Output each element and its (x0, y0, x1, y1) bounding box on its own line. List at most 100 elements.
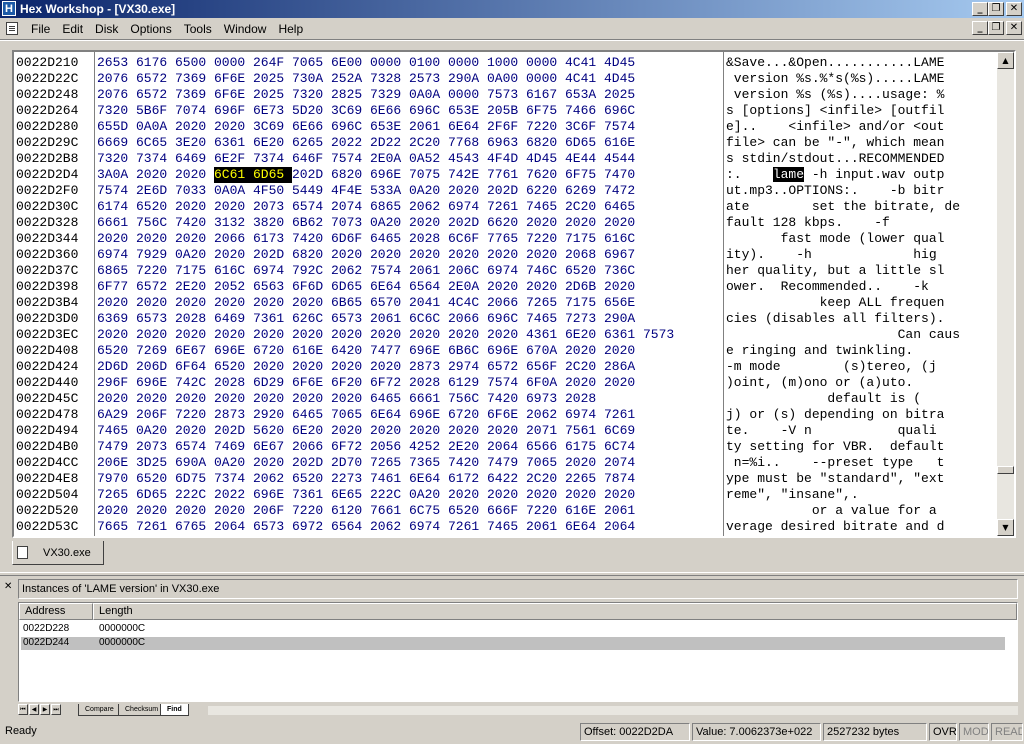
row-hex-bytes[interactable]: 655D 0A0A 2020 2020 3C69 6E66 696C 653E 2061 6E64… (97, 119, 722, 135)
hex-word[interactable]: 2074 (604, 455, 643, 471)
hex-word[interactable]: 7075 (409, 167, 448, 183)
hex-word[interactable]: 2E20 (448, 439, 487, 455)
hex-word[interactable]: 6572 (136, 87, 175, 103)
hex-word[interactable]: 2056 (370, 439, 409, 455)
column-length[interactable]: Length (93, 603, 1017, 620)
hex-word[interactable]: 2020 (448, 183, 487, 199)
hex-word[interactable]: 2F6F (487, 119, 526, 135)
hex-word[interactable]: 7573 (487, 87, 526, 103)
hex-word[interactable]: 696E (487, 343, 526, 359)
hex-word[interactable]: 6F72 (370, 375, 409, 391)
hex-word[interactable]: 6520 (214, 359, 253, 375)
hex-word[interactable]: 2873 (214, 407, 253, 423)
hex-word[interactable]: 7261 (604, 407, 643, 423)
hex-word[interactable]: 7265 (370, 455, 409, 471)
hex-word[interactable]: 7320 (97, 103, 136, 119)
hex-word[interactable]: 2020 (331, 247, 370, 263)
hex-word[interactable]: 2073 (136, 439, 175, 455)
hex-word[interactable]: 7420 (292, 231, 331, 247)
hex-word[interactable]: 696E (136, 375, 175, 391)
hex-word[interactable]: 2020 (409, 215, 448, 231)
pane-splitter[interactable] (0, 572, 1024, 576)
hex-word[interactable]: 2066 (448, 311, 487, 327)
hex-word[interactable]: 7265 (97, 487, 136, 503)
hex-word[interactable]: 202D (253, 247, 292, 263)
results-list[interactable]: Address Length 0022D228 0000000C 0022D24… (18, 602, 1018, 702)
hex-word[interactable]: 6E64 (370, 279, 409, 295)
hex-word[interactable]: 6573 (136, 311, 175, 327)
hex-word[interactable]: 696E (253, 487, 292, 503)
row-ascii[interactable]: )oint, (m)ono or (a)uto. (726, 375, 996, 391)
document-tab[interactable]: VX30.exe (12, 541, 104, 565)
hex-word[interactable]: 6E66 (292, 119, 331, 135)
hex-word[interactable]: 4544 (604, 151, 643, 167)
hex-word[interactable]: 6F77 (97, 279, 136, 295)
restore-button[interactable]: ❐ (988, 2, 1004, 16)
hex-word[interactable]: 2066 (487, 295, 526, 311)
last-tab-icon[interactable]: ⏭ (51, 704, 61, 715)
row-hex-bytes[interactable]: 7665 7261 6765 2064 6573 6972 6564 2062 6974 7261… (97, 519, 722, 535)
hex-word[interactable]: 653E (448, 103, 487, 119)
row-hex-bytes[interactable]: 2653 6176 6500 0000 264F 7065 6E00 0000 0100 0000… (97, 55, 722, 71)
row-hex-bytes[interactable]: 7465 0A20 2020 202D 5620 6E20 2020 2020 2020 2020… (97, 423, 722, 439)
hex-word[interactable]: 286A (604, 359, 643, 375)
hex-word[interactable]: 6865 (97, 263, 136, 279)
hex-word[interactable]: 696E (409, 407, 448, 423)
hex-word[interactable]: 7761 (487, 167, 526, 183)
hex-word[interactable]: 2020 (136, 391, 175, 407)
hex-word[interactable]: 5449 (292, 183, 331, 199)
hex-word[interactable]: 7269 (136, 343, 175, 359)
hex-word[interactable]: 3C69 (331, 103, 370, 119)
hex-word[interactable]: 3D25 (136, 455, 175, 471)
hexworkshop-app-icon[interactable]: H (2, 1, 16, 16)
hex-word[interactable]: 7466 (565, 103, 604, 119)
hex-word[interactable]: 2020 (175, 327, 214, 343)
hex-word[interactable]: 696C (409, 103, 448, 119)
hex-word[interactable]: 2020 (175, 423, 214, 439)
hex-word[interactable]: 6820 (292, 247, 331, 263)
hex-word[interactable]: 206F (136, 407, 175, 423)
hex-word[interactable]: 4C4C (448, 295, 487, 311)
row-hex-bytes[interactable]: 2020 2020 2020 2020 2020 2020 2020 6465 6661 756C… (97, 391, 722, 407)
hex-word[interactable]: 206E (97, 455, 136, 471)
hex-word[interactable]: 6E2F (214, 151, 253, 167)
hex-word[interactable]: 2020 (565, 375, 604, 391)
hex-word[interactable]: 7561 (565, 423, 604, 439)
hex-word[interactable]: 7329 (370, 87, 409, 103)
menu-file[interactable]: File (25, 21, 56, 37)
hex-word[interactable]: 7465 (97, 423, 136, 439)
hex-word[interactable]: 6563 (253, 279, 292, 295)
hex-word[interactable]: 264F (253, 55, 292, 71)
hex-word[interactable]: 792C (292, 263, 331, 279)
hex-word[interactable]: 756C (136, 215, 175, 231)
hex-word[interactable]: 6F6E (214, 71, 253, 87)
hex-word[interactable]: 7374 (136, 151, 175, 167)
hex-word[interactable]: 2653 (97, 55, 136, 71)
hex-word[interactable]: 0A00 (487, 71, 526, 87)
hex-word[interactable]: 2064 (487, 439, 526, 455)
document-icon[interactable] (6, 22, 18, 35)
hex-word[interactable]: 6420 (331, 343, 370, 359)
hex-word[interactable]: 2028 (565, 391, 604, 407)
hex-word[interactable]: 2020 (97, 503, 136, 519)
hex-word[interactable]: 2873 (409, 359, 448, 375)
hex-word[interactable]: 2020 (214, 199, 253, 215)
hex-word[interactable]: 6E00 (331, 55, 370, 71)
hex-word[interactable]: 2020 (97, 327, 136, 343)
hex-word[interactable]: 2025 (604, 87, 643, 103)
hex-word[interactable]: 616E (292, 343, 331, 359)
hex-word[interactable]: 696E (370, 167, 409, 183)
hex-word[interactable]: 3132 (214, 215, 253, 231)
row-hex-bytes[interactable]: 2020 2020 2020 2066 6173 7420 6D6F 6465 2028 6C6F… (97, 231, 722, 247)
hex-word[interactable]: 2020 (487, 247, 526, 263)
hex-word[interactable]: 2974 (448, 359, 487, 375)
hex-word[interactable]: 2062 (526, 407, 565, 423)
hex-word[interactable]: 2074 (331, 199, 370, 215)
row-ascii[interactable]: ype must be "standard", "ext (726, 471, 996, 487)
hex-word[interactable]: 3E20 (175, 135, 214, 151)
row-ascii[interactable]: or a value for a (726, 503, 996, 519)
hex-word[interactable]: 6220 (526, 183, 565, 199)
hex-word[interactable]: 2020 (175, 231, 214, 247)
selected-hex-word[interactable]: 6D65 (253, 167, 292, 183)
hex-word[interactable]: 252A (331, 71, 370, 87)
